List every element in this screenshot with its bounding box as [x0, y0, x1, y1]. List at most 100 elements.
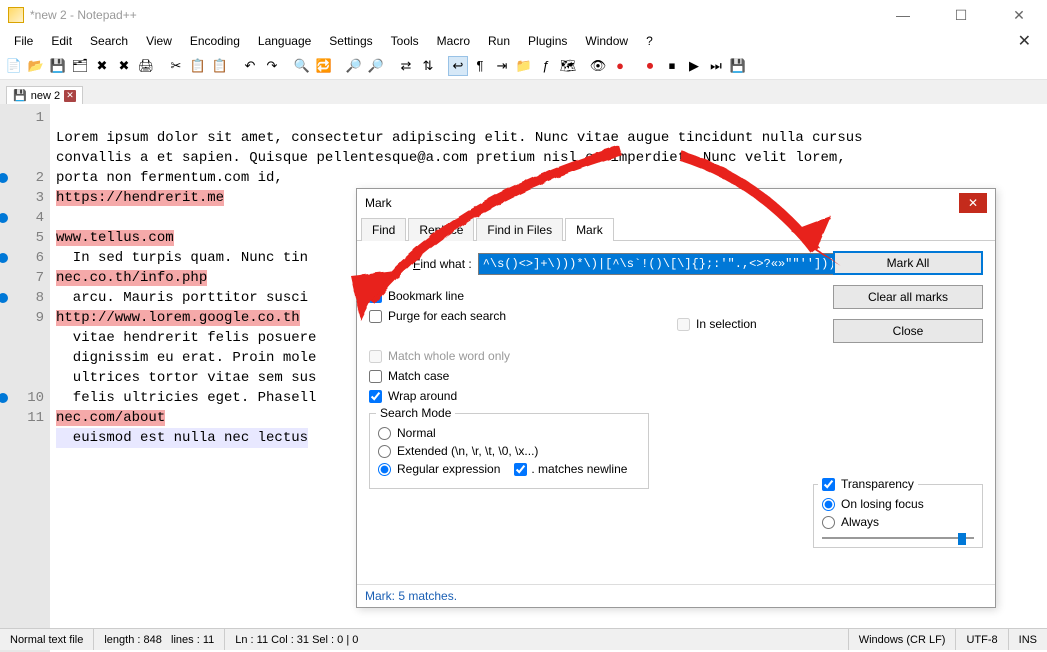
transparency-onlose[interactable]: On losing focus — [822, 497, 974, 511]
zoomin-icon[interactable]: 🔎 — [344, 56, 364, 76]
close-icon[interactable]: ✖ — [92, 56, 112, 76]
dialog-titlebar: Mark ✕ — [357, 189, 995, 217]
find-what-label: Find what : — [413, 257, 472, 271]
code-text: euismod est nulla nec lectus — [56, 428, 308, 448]
menu-encoding[interactable]: Encoding — [182, 32, 248, 50]
menu-run[interactable]: Run — [480, 32, 518, 50]
paste-icon[interactable]: 📋 — [210, 56, 230, 76]
tab-close-icon[interactable]: ✕ — [64, 90, 76, 102]
monitor-icon[interactable]: 👁 — [588, 56, 608, 76]
statusbar: Normal text file length : 848 lines : 11… — [0, 628, 1047, 650]
docmap-icon[interactable]: 🗺 — [558, 56, 578, 76]
marked-text: www.tellus.com — [56, 230, 174, 246]
menu-file[interactable]: File — [6, 32, 41, 50]
line-number: 5 — [0, 228, 44, 248]
redo-icon[interactable]: ↷ — [262, 56, 282, 76]
cut-icon[interactable]: ✂ — [166, 56, 186, 76]
dialog-title: Mark — [365, 196, 392, 210]
window-title: *new 2 - Notepad++ — [30, 8, 137, 22]
code-text: In sed turpis quam. Nunc tin — [56, 250, 308, 266]
search-mode-extended[interactable]: Extended (\n, \r, \t, \0, \x...) — [378, 444, 640, 458]
file-tab[interactable]: 💾 new 2 ✕ — [6, 86, 83, 104]
code-text: vitae hendrerit felis posuere — [56, 330, 316, 346]
wrap-around-checkbox[interactable]: Wrap around — [369, 389, 983, 403]
search-mode-regex[interactable]: Regular expression . matches newline — [378, 462, 640, 476]
macro-play-icon[interactable]: ▶ — [684, 56, 704, 76]
sync-v-icon[interactable]: ⇄ — [396, 56, 416, 76]
new-icon[interactable]: 📄 — [4, 56, 24, 76]
record-icon[interactable]: ● — [610, 56, 630, 76]
dialog-close-button[interactable]: ✕ — [959, 193, 987, 213]
match-case-checkbox[interactable]: Match case — [369, 369, 983, 383]
sync-h-icon[interactable]: ⇅ — [418, 56, 438, 76]
line-number: 8 — [0, 288, 44, 308]
status-ins: INS — [1009, 629, 1047, 650]
close-button[interactable]: Close — [833, 319, 983, 343]
menubar-close-icon[interactable]: ✕ — [1008, 31, 1041, 51]
tab-mark[interactable]: Mark — [565, 218, 614, 241]
menu-macro[interactable]: Macro — [429, 32, 478, 50]
line-number: 2 — [0, 168, 44, 188]
clear-marks-button[interactable]: Clear all marks — [833, 285, 983, 309]
allchars-icon[interactable]: ¶ — [470, 56, 490, 76]
menu-view[interactable]: View — [138, 32, 180, 50]
code-text: Lorem ipsum dolor sit amet, consectetur … — [56, 130, 863, 146]
menu-help[interactable]: ? — [638, 32, 661, 50]
saveall-icon[interactable]: 🗂 — [70, 56, 90, 76]
status-eol: Windows (CR LF) — [849, 629, 957, 650]
in-selection-checkbox[interactable]: In selection — [677, 317, 757, 331]
search-mode-normal[interactable]: Normal — [378, 426, 640, 440]
status-length: length : 848 lines : 11 — [94, 629, 225, 650]
code-text: felis ultricies eget. Phasell — [56, 390, 316, 406]
gutter: 1 2 3 4 5 6 7 8 9 10 11 — [0, 104, 50, 652]
macro-stop-icon[interactable]: ⏹ — [662, 56, 682, 76]
line-number: 3 — [0, 188, 44, 208]
marked-text: https://hendrerit.me — [56, 190, 224, 206]
copy-icon[interactable]: 📋 — [188, 56, 208, 76]
line-number: 9 — [0, 308, 44, 328]
menu-search[interactable]: Search — [82, 32, 136, 50]
wordwrap-icon[interactable]: ↩ — [448, 56, 468, 76]
undo-icon[interactable]: ↶ — [240, 56, 260, 76]
open-icon[interactable]: 📂 — [26, 56, 46, 76]
save-icon[interactable]: 💾 — [48, 56, 68, 76]
transparency-always[interactable]: Always — [822, 515, 974, 529]
macro-rec-icon[interactable]: ⏺ — [640, 56, 660, 76]
menu-window[interactable]: Window — [577, 32, 636, 50]
print-icon[interactable]: 🖨 — [136, 56, 156, 76]
replace-icon[interactable]: 🔁 — [314, 56, 334, 76]
closeall-icon[interactable]: ✖ — [114, 56, 134, 76]
dialog-status: Mark: 5 matches. — [357, 584, 995, 607]
transparency-checkbox[interactable]: Transparency — [818, 477, 918, 491]
transparency-slider[interactable] — [822, 537, 974, 539]
macro-save-icon[interactable]: 💾 — [728, 56, 748, 76]
folder-icon[interactable]: 📁 — [514, 56, 534, 76]
minimize-button[interactable]: — — [883, 7, 923, 24]
line-number: 7 — [0, 268, 44, 288]
find-icon[interactable]: 🔍 — [292, 56, 312, 76]
line-number: 10 — [0, 388, 44, 408]
menu-language[interactable]: Language — [250, 32, 319, 50]
maximize-button[interactable]: ☐ — [941, 7, 981, 24]
file-tab-label: new 2 — [31, 90, 60, 102]
macro-playmulti-icon[interactable]: ⏭ — [706, 56, 726, 76]
menu-plugins[interactable]: Plugins — [520, 32, 575, 50]
zoomout-icon[interactable]: 🔎 — [366, 56, 386, 76]
tab-replace[interactable]: Replace — [408, 218, 474, 241]
menu-edit[interactable]: Edit — [43, 32, 80, 50]
app-icon — [8, 7, 24, 23]
code-text: porta non fermentum.com id, — [56, 170, 283, 186]
menu-settings[interactable]: Settings — [321, 32, 380, 50]
dot-matches-newline-checkbox[interactable]: . matches newline — [514, 462, 627, 476]
tab-find[interactable]: Find — [361, 218, 406, 241]
menu-tools[interactable]: Tools — [383, 32, 427, 50]
funclist-icon[interactable]: ƒ — [536, 56, 556, 76]
mark-all-button[interactable]: Mark All — [833, 251, 983, 275]
indent-icon[interactable]: ⇥ — [492, 56, 512, 76]
line-number: 6 — [0, 248, 44, 268]
dialog-tabs: Find Replace Find in Files Mark — [357, 217, 995, 241]
line-number: 4 — [0, 208, 44, 228]
tab-findinfiles[interactable]: Find in Files — [476, 218, 563, 241]
close-window-button[interactable]: ✕ — [999, 7, 1039, 24]
match-whole-checkbox: Match whole word only — [369, 349, 983, 363]
